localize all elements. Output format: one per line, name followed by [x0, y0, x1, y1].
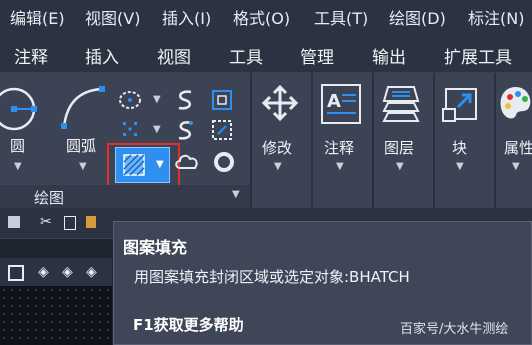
block-icon[interactable] [440, 83, 482, 125]
donut-icon[interactable] [212, 150, 236, 174]
highlight-box [107, 143, 180, 187]
modify-dropdown-caret[interactable]: ▼ [274, 161, 282, 172]
cut-icon[interactable]: ✂ [40, 214, 52, 230]
draw-group-title-bar[interactable]: 绘图 ▼ [0, 185, 250, 208]
view-iso-icon[interactable]: ◈ [38, 264, 49, 280]
hatch-tooltip: 图案填充 用图案填充封闭区域或选定对象:BHATCH F1获取更多帮助 百家号/… [113, 221, 532, 345]
panel-separator [250, 73, 252, 208]
menu-insert[interactable]: 插入(I) [162, 5, 211, 29]
tab-tools[interactable]: 工具 [229, 43, 263, 68]
menu-draw[interactable]: 绘图(D) [389, 5, 446, 29]
arc-label: 圆弧 [66, 137, 97, 155]
tooltip-description: 用图案填充封闭区域或选定对象:BHATCH [134, 268, 410, 286]
menu-edit[interactable]: 编辑(E) [10, 5, 65, 29]
cloud-icon[interactable] [174, 150, 200, 174]
drawing-canvas[interactable] [0, 286, 112, 345]
block-dropdown-caret[interactable]: ▼ [456, 161, 464, 172]
revcloud-icon[interactable] [173, 118, 197, 142]
point-dropdown-caret[interactable]: ▼ [153, 124, 161, 135]
region-icon[interactable] [210, 118, 234, 142]
rectangle-icon[interactable] [210, 88, 234, 112]
view-toolbar: ◈ ◈ ◈ [0, 258, 112, 286]
panel-separator [372, 73, 374, 208]
layers-icon[interactable] [380, 83, 422, 125]
view-front-icon[interactable]: ◈ [62, 264, 73, 280]
tooltip-help: F1获取更多帮助 [133, 316, 244, 334]
copy-icon[interactable] [64, 216, 76, 230]
draw-group-expand-caret[interactable]: ▼ [232, 189, 240, 200]
properties-label: 属性 [504, 139, 532, 157]
ellipse-dropdown-caret[interactable]: ▼ [153, 94, 161, 105]
panel-separator [494, 73, 496, 208]
tab-insert[interactable]: 插入 [85, 43, 119, 68]
tab-extension-tools[interactable]: 扩展工具 [444, 43, 512, 68]
menu-dimension[interactable]: 标注(N) [468, 5, 524, 29]
watermark-text: 百家号/大水牛测绘 [400, 322, 509, 337]
layers-label: 图层 [384, 139, 415, 157]
draw-group-title: 绘图 [34, 189, 65, 207]
move-icon[interactable] [260, 83, 300, 123]
view-right-icon[interactable]: ◈ [86, 264, 97, 280]
view-cube-icon[interactable] [8, 265, 24, 281]
menu-format[interactable]: 格式(O) [233, 5, 290, 29]
menu-view[interactable]: 视图(V) [85, 5, 140, 29]
paste-icon[interactable] [86, 216, 96, 228]
properties-dropdown-caret[interactable]: ▼ [512, 161, 520, 172]
menu-tools[interactable]: 工具(T) [314, 5, 368, 29]
ribbon-panel: 圆 ▼ 圆弧 ▼ ▼ ▼ ▼ 绘图 ▼ 修改 ▼ A 注释 ▼ 图层 ▼ 块 ▼… [0, 73, 532, 208]
ellipse-icon[interactable] [118, 89, 142, 111]
menu-bar: 编辑(E) 视图(V) 插入(I) 格式(O) 工具(T) 绘图(D) 标注(N… [0, 0, 532, 30]
arc-icon[interactable] [58, 83, 108, 133]
circle-label: 圆 [10, 137, 26, 155]
layers-dropdown-caret[interactable]: ▼ [396, 161, 404, 172]
tab-view[interactable]: 视图 [157, 43, 191, 68]
panel-separator [433, 73, 435, 208]
circle-dropdown-caret[interactable]: ▼ [14, 161, 22, 172]
tab-manage[interactable]: 管理 [300, 43, 334, 68]
annotate-dropdown-caret[interactable]: ▼ [336, 161, 344, 172]
point-icon[interactable] [120, 119, 140, 139]
print-icon[interactable] [8, 216, 20, 228]
spline-icon[interactable] [173, 88, 197, 112]
circle-icon[interactable] [0, 87, 44, 131]
arc-dropdown-caret[interactable]: ▼ [79, 161, 87, 172]
tab-annotate[interactable]: 注释 [14, 43, 48, 68]
svg-text:A: A [327, 91, 341, 112]
text-annotation-icon[interactable]: A [320, 83, 362, 125]
ribbon-tab-bar: 注释 插入 视图 工具 管理 输出 扩展工具 [0, 30, 532, 73]
annotate-label: 注释 [324, 139, 355, 157]
palette-icon[interactable] [498, 83, 532, 125]
block-label: 块 [452, 139, 468, 157]
modify-label: 修改 [262, 139, 293, 157]
tab-output[interactable]: 输出 [372, 43, 406, 68]
panel-separator [311, 73, 313, 208]
tooltip-title: 图案填充 [123, 238, 188, 257]
